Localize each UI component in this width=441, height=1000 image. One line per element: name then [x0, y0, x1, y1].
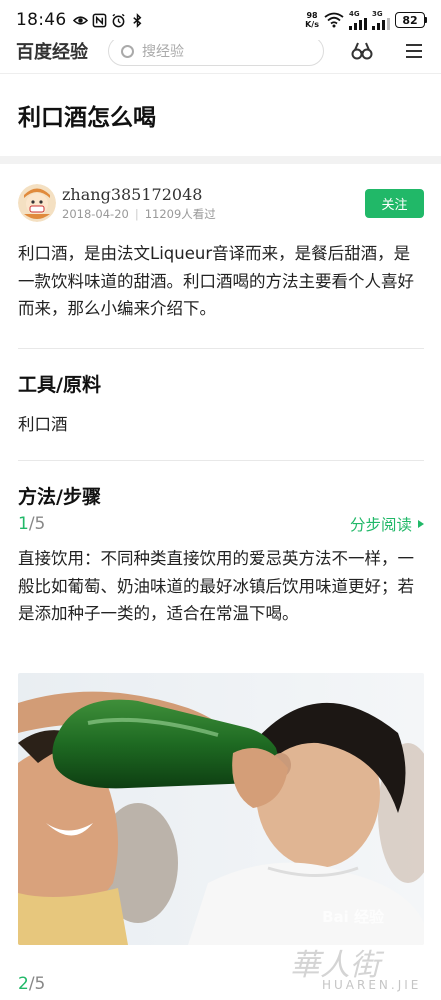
alarm-icon [111, 13, 125, 27]
bluetooth-icon [132, 12, 141, 28]
step-number: 2 [18, 974, 29, 994]
step-text: 直接饮用：不同种类直接饮用的爱忌英方法不一样，一般比如葡萄、奶油味道的最好冰镇后… [18, 549, 414, 623]
page-title: 利口酒怎么喝 [18, 105, 156, 131]
man-drinking-bottle-photo [18, 673, 424, 945]
play-arrow-icon [418, 520, 424, 528]
battery-indicator: 82 [395, 12, 427, 28]
section-gap [0, 156, 441, 164]
search-placeholder: 搜经验 [142, 44, 184, 60]
tools-heading: 工具/原料 [18, 374, 101, 396]
wifi-icon [324, 12, 344, 28]
divider [18, 460, 424, 461]
step-number: 1 [18, 514, 29, 534]
intro-text: 利口酒，是由法文Liqueur音译而来，是餐后甜酒，是一款饮料味道的甜酒。利口酒… [18, 244, 414, 318]
signal-icon [349, 17, 367, 30]
status-bar: 18:46 98 K/s 4G 3G 82 [0, 0, 441, 40]
eye-icon [72, 15, 88, 25]
nfc-icon [92, 13, 106, 27]
status-time: 18:46 [16, 10, 67, 30]
step-total: /5 [28, 974, 46, 994]
binoculars-icon[interactable] [351, 40, 373, 62]
search-icon [121, 44, 134, 58]
follow-button[interactable]: 关注 [365, 188, 424, 218]
status-left-icons [72, 12, 145, 28]
title-block: 利口酒怎么喝 [0, 74, 441, 156]
view-count: 11209人看过 [144, 207, 216, 221]
read-steps-link[interactable]: 分步阅读 [350, 513, 424, 535]
divider [18, 348, 424, 349]
step-total: /5 [28, 514, 46, 534]
step-header: 1/5 分步阅读 [18, 513, 424, 535]
site-header: 百度经验 搜经验 [0, 40, 441, 74]
page-watermark-sub: HUAREN.JIE [322, 978, 422, 992]
tool-item: 利口酒 [18, 415, 68, 434]
step-image[interactable]: Bai 经验 [18, 673, 424, 945]
search-input[interactable]: 搜经验 [108, 40, 324, 66]
net-speed: 98 K/s [305, 11, 319, 29]
method-heading: 方法/步骤 [18, 486, 101, 508]
image-watermark: Bai 经验 [322, 908, 384, 926]
menu-icon[interactable] [403, 40, 425, 62]
author-row: zhang385172048 2018-04-20 | 11209人看过 关注 [18, 180, 424, 226]
avatar[interactable] [18, 184, 56, 222]
signal-icon [372, 17, 390, 30]
avatar-image [18, 184, 56, 222]
signal-2: 3G [372, 10, 390, 30]
signal-1: 4G [349, 10, 367, 30]
author-name[interactable]: zhang385172048 [62, 184, 216, 206]
status-right: 98 K/s 4G 3G 82 [305, 10, 427, 30]
brand-logo[interactable]: 百度经验 [16, 40, 88, 64]
publish-date: 2018-04-20 [62, 207, 129, 221]
